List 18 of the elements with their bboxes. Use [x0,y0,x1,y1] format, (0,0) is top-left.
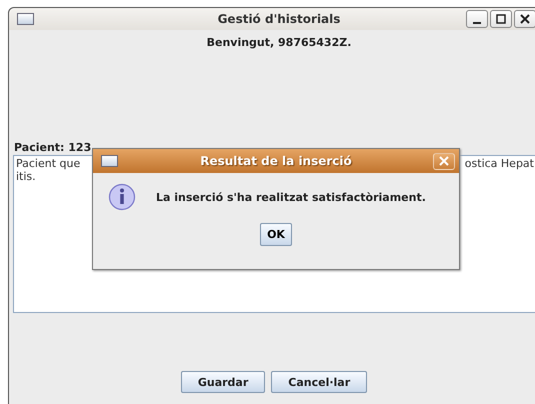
minimize-icon [473,22,481,24]
dialog-button[interactable]: Cancel·lar [271,371,368,393]
welcome-text: Benvingut, 98765432Z. [206,36,352,49]
maximize-icon [496,14,506,24]
ok-button[interactable]: OK [260,223,292,246]
window-icon [17,13,34,25]
close-button[interactable] [514,10,535,28]
info-icon [108,183,136,211]
window-icon [101,155,118,167]
close-icon [439,156,449,166]
dialog-title: Resultat de la inserció [200,154,352,168]
patient-label: Pacient: 123 [14,141,92,154]
dialog-message: La inserció s'ha realitzat satisfactòriament. [156,190,426,204]
minimize-button[interactable] [466,10,488,28]
maximize-button[interactable] [490,10,512,28]
close-icon [520,14,530,24]
dialog-button[interactable]: Guardar [180,371,266,393]
window-title: Gestió d'historials [218,12,340,26]
